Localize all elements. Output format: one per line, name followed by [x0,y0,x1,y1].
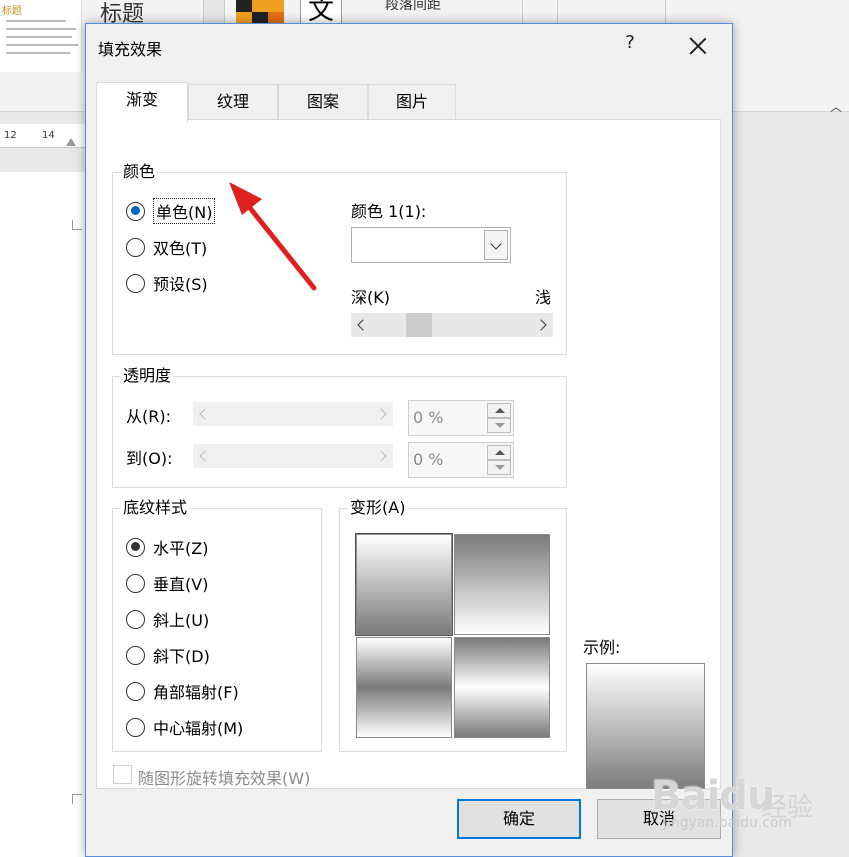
transparency-to-value: 0 % [413,450,444,469]
transparency-from-spinner[interactable]: 0 % [408,400,514,436]
radio-button[interactable] [126,537,145,557]
ruler-tick-label: 14 [42,130,55,141]
scroll-left-icon[interactable] [351,313,371,337]
radio-button[interactable] [126,273,145,293]
radio-button[interactable] [126,717,145,737]
scroll-left-icon[interactable] [193,444,213,468]
help-button[interactable]: ? [620,32,640,56]
transparency-to-slider[interactable] [193,444,393,468]
shading-horizontal-option[interactable]: 水平(Z) [126,535,208,559]
spinner-buttons [487,445,511,475]
tab-picture[interactable]: 图片 [368,84,456,120]
shading-diagonal-up-option[interactable]: 斜上(U) [126,607,209,631]
gradient-tab-panel: 颜色 单色(N) 双色(T) 预设(S) 颜色 1(1): 深(K) 浅 透明度 [96,119,721,789]
style-thumbnail[interactable]: 标题 [0,0,82,72]
transparency-from-slider[interactable] [193,402,393,426]
shading-diagonal-down-option[interactable]: 斜下(D) [126,643,210,667]
shading-styles-label: 底纹样式 [121,498,190,518]
radio-button[interactable] [126,237,145,257]
transparency-from-value: 0 % [413,408,444,427]
radio-button[interactable] [126,573,145,593]
dialog-title: 填充效果 [98,40,163,59]
preset-option[interactable]: 预设(S) [126,271,208,295]
colors-group-label: 颜色 [121,162,158,182]
watermark-url: jingyan.baidu.com [663,815,793,831]
variant-1[interactable] [355,533,453,636]
shading-option-label: 斜下(D) [153,647,210,666]
radio-button[interactable] [126,609,145,629]
shading-from-corner-option[interactable]: 角部辐射(F) [126,679,239,703]
shading-option-label: 水平(Z) [153,539,209,558]
rotate-with-shape-label: 随图形旋转填充效果(W) [138,769,311,788]
color1-label: 颜色 1(1): [351,202,427,221]
variant-4[interactable] [454,637,550,738]
radio-button[interactable] [126,201,145,221]
rotate-with-shape-checkbox[interactable] [113,765,132,784]
shading-option-label: 垂直(V) [153,575,209,594]
document-page[interactable] [0,172,86,857]
tab-pattern[interactable]: 图案 [278,84,368,120]
scroll-left-icon[interactable] [193,402,213,426]
shading-option-label: 斜上(U) [153,611,210,630]
from-label: 从(R): [126,407,171,426]
shading-vertical-option[interactable]: 垂直(V) [126,571,208,595]
thumbnail-line [6,36,72,38]
spin-down-icon[interactable] [487,418,511,433]
fill-effects-dialog: 填充效果 ? 渐变 纹理 图案 图片 颜色 单色(N) 双色(T) 预设(S) … [85,23,733,857]
close-icon[interactable] [684,32,712,60]
paragraph-spacing-button[interactable]: 段落间距 [385,0,441,14]
one-color-label: 单色(N) [153,198,216,224]
color1-dropdown[interactable] [351,227,511,263]
transparency-group-label: 透明度 [121,366,174,386]
spinner-buttons [487,403,511,433]
page-margin-corner [72,794,82,804]
radio-button[interactable] [126,681,145,701]
shading-option-label: 中心辐射(M) [153,719,244,738]
baidu-watermark: Baidu 经验 jingyan.baidu.com [643,765,843,835]
chevron-down-icon[interactable] [484,230,508,260]
variant-2[interactable] [454,534,550,635]
preset-label: 预设(S) [153,275,208,294]
variants-label: 变形(A) [348,498,408,518]
spin-up-icon[interactable] [487,445,511,460]
indent-marker[interactable] [66,138,76,146]
transparency-to-spinner[interactable]: 0 % [408,442,514,478]
two-colors-option[interactable]: 双色(T) [126,235,207,259]
shading-from-center-option[interactable]: 中心辐射(M) [126,715,243,739]
thumbnail-title: 标题 [2,6,22,17]
theme-colors-icon[interactable] [236,0,286,24]
tab-gradient[interactable]: 渐变 [96,82,188,122]
sample-label: 示例: [583,638,621,657]
light-label: 浅 [535,288,552,307]
radio-button[interactable] [126,645,145,665]
one-color-option[interactable]: 单色(N) [126,198,216,224]
scroll-right-icon[interactable] [373,402,393,426]
dark-label: 深(K) [351,288,390,307]
slider-thumb[interactable] [406,313,432,337]
page-margin-corner [72,220,82,230]
ok-button[interactable]: 确定 [457,799,581,839]
brightness-slider[interactable] [351,313,553,337]
tab-texture[interactable]: 纹理 [188,84,278,120]
to-label: 到(O): [126,449,173,468]
two-colors-label: 双色(T) [153,239,208,258]
thumbnail-line [6,52,70,54]
scroll-right-icon[interactable] [533,313,553,337]
shading-option-label: 角部辐射(F) [153,683,239,702]
thumbnail-line [6,44,78,46]
variant-3[interactable] [356,637,452,738]
ruler-tick-label: 12 [4,130,17,141]
watermark-logo: Baidu [651,773,775,819]
thumbnail-line [6,20,66,22]
scroll-right-icon[interactable] [373,444,393,468]
horizontal-ruler[interactable]: 12 14 [0,124,86,148]
spin-up-icon[interactable] [487,403,511,418]
thumbnail-line [6,28,76,30]
spin-down-icon[interactable] [487,460,511,475]
